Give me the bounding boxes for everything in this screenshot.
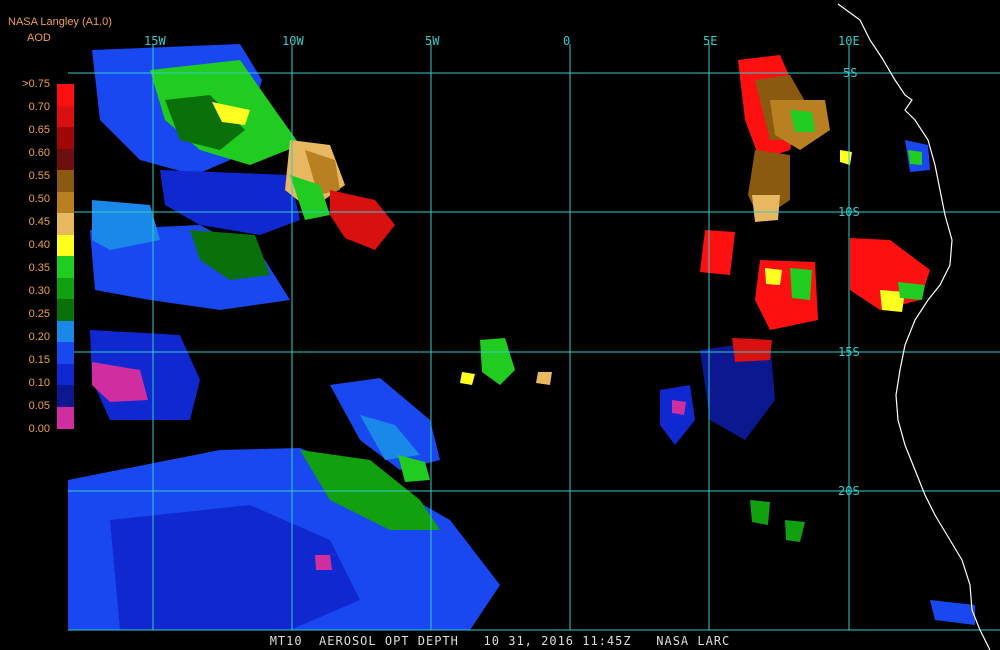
lon-label-10e: 10E bbox=[838, 34, 860, 48]
units-label: AOD bbox=[27, 32, 51, 44]
lat-label-10s: 10S bbox=[838, 205, 860, 219]
colorbar-tick-label: 0.05 bbox=[28, 400, 50, 412]
colorbar-swatch bbox=[57, 84, 74, 106]
colorbar-tick-label: 0.55 bbox=[28, 170, 50, 182]
colorbar-tick-label: 0.35 bbox=[28, 262, 50, 274]
aod-patch-green-es1 bbox=[750, 500, 770, 525]
aod-patch-green-e3 bbox=[790, 268, 812, 300]
aod-patch-yellow-center bbox=[460, 372, 475, 385]
colorbar-swatch bbox=[57, 170, 74, 192]
aod-patch-yellow-coast bbox=[840, 150, 852, 165]
aod-patch-yellow-center2 bbox=[536, 372, 552, 385]
colorbar-swatch bbox=[57, 213, 74, 235]
aod-patch-blue-se bbox=[930, 600, 975, 625]
colorbar-tick-label: 0.10 bbox=[28, 377, 50, 389]
aod-map bbox=[68, 3, 1000, 650]
lon-label-0: 0 bbox=[563, 34, 571, 48]
lon-label-5e: 5E bbox=[703, 34, 718, 48]
colorbar-tick-label: 0.00 bbox=[28, 423, 50, 435]
colorbar-tick-label: 0.20 bbox=[28, 331, 50, 343]
lon-label-15w: 15W bbox=[144, 34, 166, 48]
aod-patch-red-es bbox=[732, 338, 772, 362]
colorbar-swatch bbox=[57, 320, 74, 343]
colorbar-tick-label: >0.75 bbox=[22, 78, 50, 90]
colorbar-tick-label: 0.45 bbox=[28, 216, 50, 228]
footer-caption: MT10 AEROSOL OPT DEPTH 10 31, 2016 11:45… bbox=[269, 634, 731, 648]
colorbar-swatch bbox=[57, 385, 74, 407]
colorbar-swatch bbox=[57, 277, 74, 300]
colorbar-swatch bbox=[57, 342, 74, 364]
aod-patch-magenta-s bbox=[315, 555, 332, 570]
colorbar-tick-label: 0.25 bbox=[28, 308, 50, 320]
lon-label-5w: 5W bbox=[425, 34, 440, 48]
colorbar-tick-label: 0.60 bbox=[28, 147, 50, 159]
aod-patch-blue-w bbox=[160, 170, 300, 235]
colorbar-tick-label: 0.40 bbox=[28, 239, 50, 251]
aod-patch-green-coast bbox=[908, 150, 922, 165]
aod-patch-red-nw bbox=[330, 190, 395, 250]
colorbar-swatch bbox=[57, 406, 74, 429]
colorbar-swatch bbox=[57, 234, 74, 257]
aod-patch-magenta-es bbox=[672, 400, 686, 415]
lat-label-5s: 5S bbox=[843, 66, 858, 80]
colorbar-swatch bbox=[57, 256, 74, 278]
colorbar-tick-label: 0.15 bbox=[28, 354, 50, 366]
colorbar-swatch bbox=[57, 299, 74, 321]
aod-patch-purple-es bbox=[660, 385, 695, 445]
coastline bbox=[837, 3, 991, 650]
colorbar-tick-label: 0.50 bbox=[28, 193, 50, 205]
colorbar-swatch bbox=[57, 148, 74, 171]
aod-patch-red-e2 bbox=[700, 230, 735, 275]
lat-label-20s: 20S bbox=[838, 484, 860, 498]
aod-patch-yellow-e3 bbox=[765, 268, 782, 285]
aod-patch-green-e4 bbox=[898, 282, 925, 300]
colorbar-swatch bbox=[57, 363, 74, 386]
colorbar-swatch bbox=[57, 127, 74, 149]
aerosol-patches bbox=[68, 44, 975, 630]
colorbar-swatch bbox=[57, 105, 74, 128]
aod-patch-tan-e2 bbox=[752, 195, 780, 222]
source-label: NASA Langley (A1.0) bbox=[8, 16, 112, 28]
lat-label-15s: 15S bbox=[838, 345, 860, 359]
colorbar-tick-label: 0.70 bbox=[28, 101, 50, 113]
aod-patch-green-center bbox=[480, 338, 515, 385]
lon-label-10w: 10W bbox=[282, 34, 304, 48]
colorbar-tick-label: 0.65 bbox=[28, 124, 50, 136]
aod-patch-green-es2 bbox=[785, 520, 805, 542]
colorbar-tick-label: 0.30 bbox=[28, 285, 50, 297]
colorbar-swatch bbox=[57, 191, 74, 214]
